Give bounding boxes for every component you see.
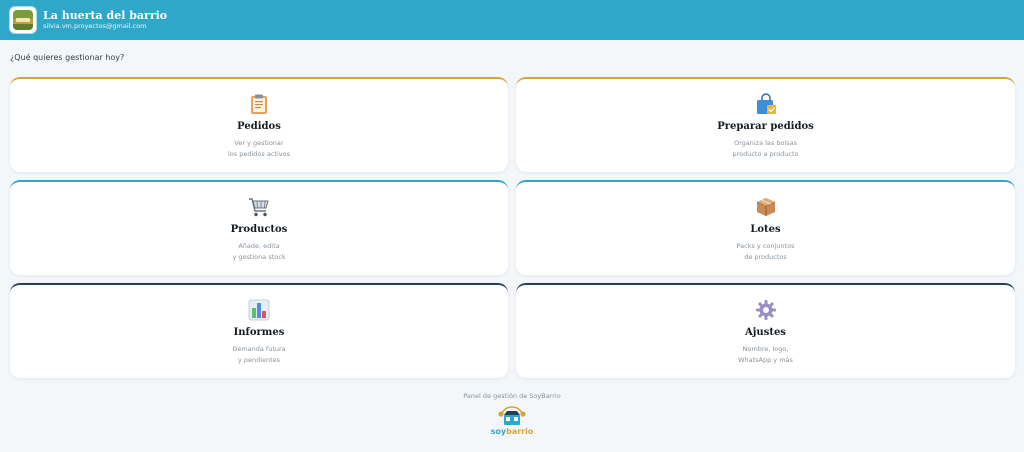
card-productos[interactable]: Productos Añade, edita y gestiona stock [10,180,508,275]
card-description: Demanda futura y pendientes [232,345,286,364]
card-description: Nombre, logo, WhatsApp y más [738,345,793,364]
store-logo-image [13,10,33,30]
clipboard-icon [248,93,270,115]
user-email: silvia.vm.proyectos@gmail.com [43,22,147,30]
bar-chart-icon [248,299,270,321]
header-text: La huerta del barrio silvia.vm.proyectos… [43,9,167,31]
card-title: Informes [233,327,285,338]
soybarrio-wordmark: soybarrio [490,427,534,436]
card-lotes[interactable]: Lotes Packs y conjuntos de productos [516,180,1015,275]
card-title: Lotes [750,224,781,235]
store-name: La huerta del barrio [43,9,168,22]
shopping-bag-icon [755,93,777,115]
footer-caption: Panel de gestión de SoyBarrio [463,392,561,400]
card-title: Ajustes [745,327,786,338]
card-pedidos[interactable]: Pedidos Ver y gestionar los pedidos acti… [10,77,508,172]
storefront-icon [498,406,526,425]
card-title: Pedidos [237,121,281,132]
store-logo[interactable] [10,7,36,33]
card-ajustes[interactable]: Ajustes Nombre, logo, WhatsApp y más [516,283,1015,378]
soybarrio-logo: soybarrio [489,405,535,441]
card-title: Preparar pedidos [717,121,814,132]
gear-icon [755,299,777,321]
shopping-cart-icon [248,196,270,218]
card-informes[interactable]: Informes Demanda futura y pendientes [10,283,508,378]
card-description: Ver y gestionar los pedidos activos [228,139,290,158]
card-description: Packs y conjuntos de productos [736,242,795,261]
card-preparar-pedidos[interactable]: Preparar pedidos Organiza las bolsas pro… [516,77,1015,172]
card-title: Productos [230,224,288,235]
page-prompt: ¿Qué quieres gestionar hoy? [10,53,125,62]
app-header: La huerta del barrio silvia.vm.proyectos… [0,0,1024,40]
card-description: Organiza las bolsas producto a producto [732,139,799,158]
menu-grid: Pedidos Ver y gestionar los pedidos acti… [10,77,1015,378]
card-description: Añade, edita y gestiona stock [232,242,286,261]
package-icon [755,196,777,218]
